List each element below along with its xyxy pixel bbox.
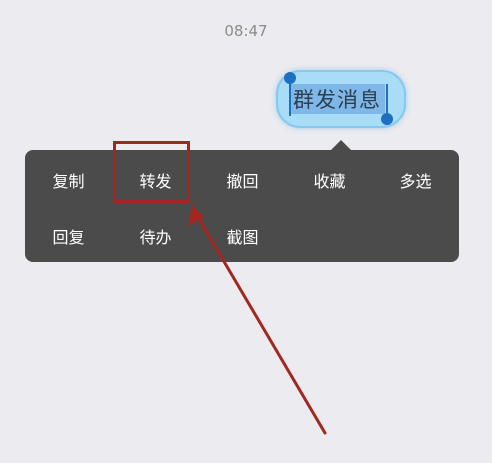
arrow-shaft	[194, 212, 327, 435]
annotation-arrow	[188, 205, 327, 435]
